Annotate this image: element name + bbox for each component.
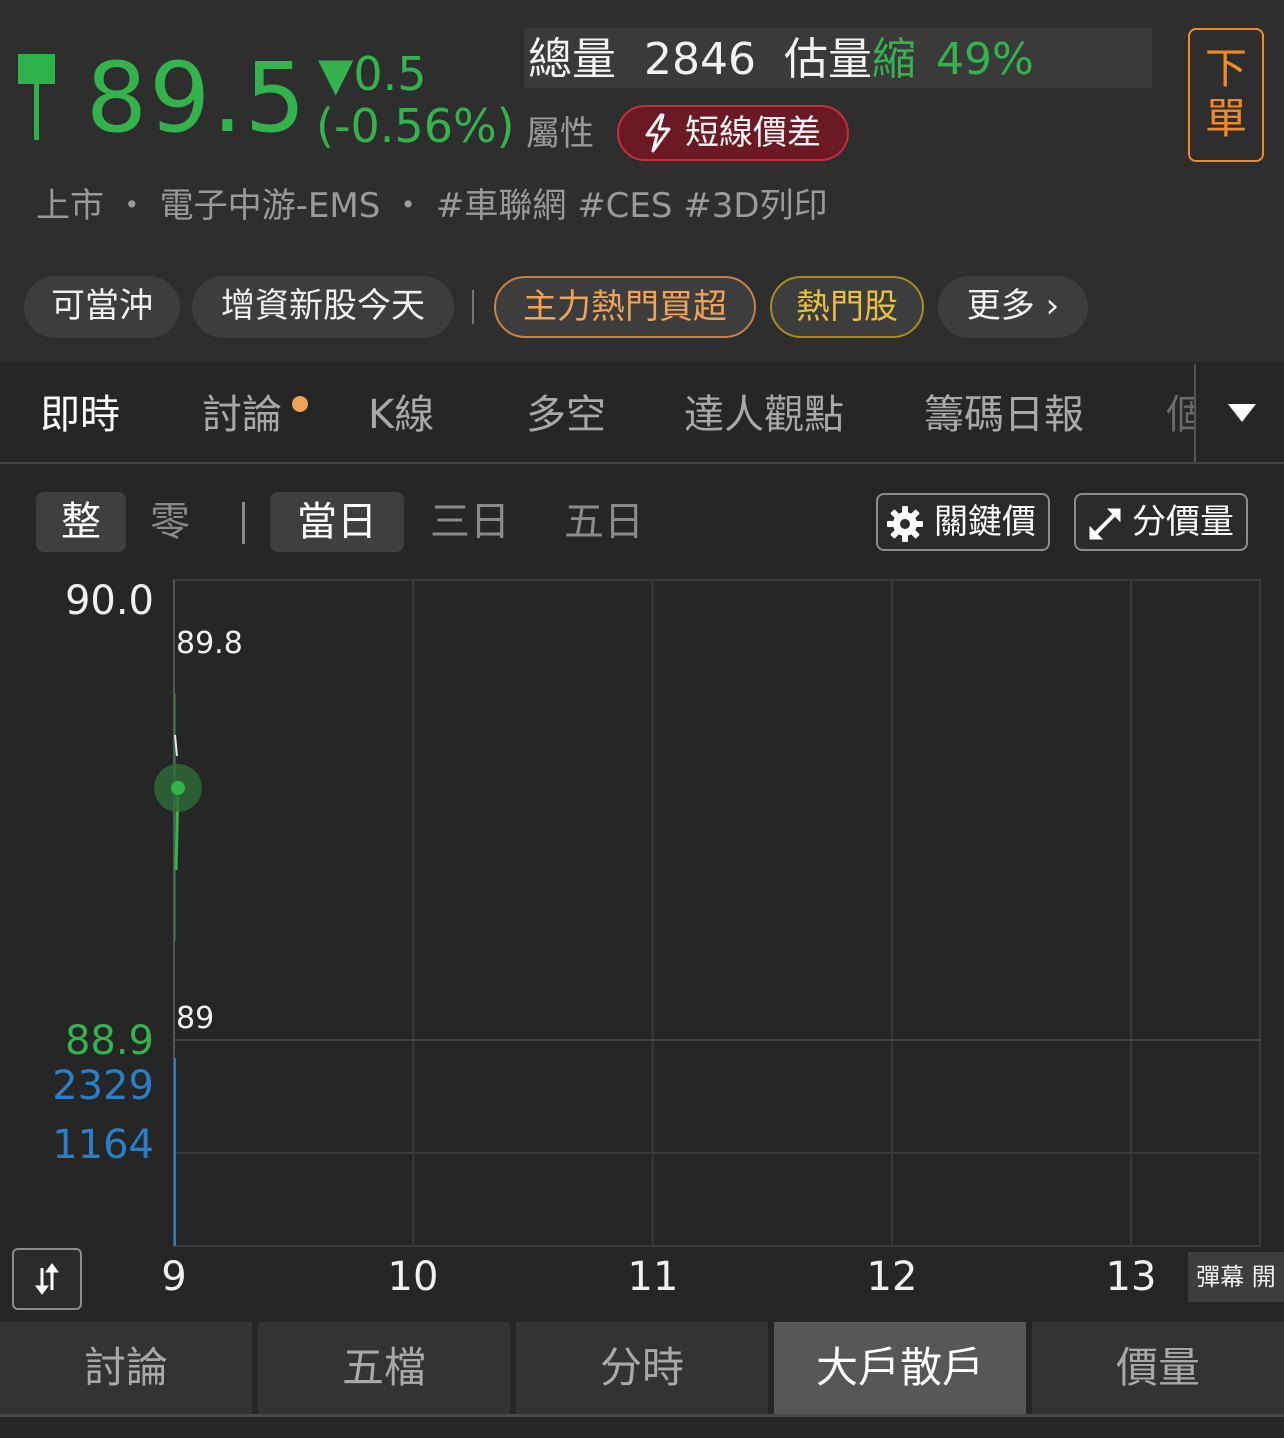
tab-realtime[interactable]: 即時 [40, 390, 120, 440]
order-button-line1: 下 [1204, 44, 1247, 93]
estimated-volume-status: 縮 [871, 34, 916, 85]
attribute-badge-label: 短線價差 [685, 113, 821, 153]
total-volume-label: 總量 [528, 34, 616, 85]
lightning-icon [645, 113, 671, 153]
segment-today[interactable]: 當日 [270, 492, 404, 552]
x-label-12: 12 [866, 1254, 918, 1300]
chip-new-shares[interactable]: 增資新股今天 [192, 276, 454, 338]
tab-kline[interactable]: K線 [368, 390, 434, 440]
intraday-chart[interactable] [0, 570, 1284, 1250]
x-label-11: 11 [627, 1254, 679, 1300]
swap-axis-button[interactable] [12, 1248, 82, 1310]
tabs-dropdown-icon[interactable] [1228, 404, 1256, 422]
x-label-10: 10 [387, 1254, 439, 1300]
attribute-label: 屬性 [526, 114, 594, 154]
price-change: ▼0.5 [318, 47, 427, 101]
bottom-tab-five-levels[interactable]: 五檔 [258, 1322, 510, 1414]
price-change-percent: (-0.56%) [316, 99, 515, 153]
expand-icon [1089, 508, 1121, 540]
chip-hot-stock[interactable]: 熱門股 [770, 276, 924, 338]
current-price: 89.5 [86, 42, 308, 154]
price-line [154, 693, 202, 941]
swap-arrows-icon [35, 1263, 59, 1295]
x-label-13: 13 [1105, 1254, 1157, 1300]
bottom-divider [0, 1414, 1284, 1417]
bottom-tab-time-sales[interactable]: 分時 [516, 1322, 768, 1414]
quote-header: 89.5 ▼0.5 (-0.56%) 總量 2846 估量縮 49% 屬性 短線… [0, 0, 1284, 362]
chip-separator [472, 290, 474, 324]
volume-info: 總量 2846 估量縮 49% [528, 34, 1034, 86]
segment-three-day[interactable]: 三日 [412, 492, 528, 552]
order-button[interactable]: 下 單 [1188, 28, 1264, 162]
tab-chip-report[interactable]: 籌碼日報 [924, 390, 1084, 440]
limit-flag-pole [34, 56, 39, 140]
chip-more[interactable]: 更多 › [938, 276, 1088, 338]
y-axis-max-volume: 2329 [52, 1063, 154, 1109]
attribute-badge[interactable]: 短線價差 [617, 105, 849, 161]
estimated-volume-percent: 49% [935, 34, 1034, 85]
tab-divider [1194, 364, 1196, 462]
bottom-tab-price-volume[interactable]: 價量 [1032, 1322, 1284, 1414]
chip-day-trade[interactable]: 可當沖 [24, 276, 180, 338]
segment-five-day[interactable]: 五日 [546, 492, 662, 552]
segment-odd-lot[interactable]: 零 [128, 492, 212, 552]
tab-discussion[interactable]: 討論 [202, 390, 282, 440]
y-axis-min-price: 88.9 [64, 1018, 154, 1064]
key-price-button[interactable]: 關鍵價 [876, 493, 1050, 551]
y-axis-max-price: 90.0 [64, 578, 154, 624]
high-price-annotation: 89.8 [176, 626, 243, 661]
segment-whole-lot[interactable]: 整 [36, 492, 126, 552]
gear-icon [887, 506, 923, 542]
main-tabs [0, 362, 1284, 464]
bottom-tab-discussion[interactable]: 討論 [0, 1322, 252, 1414]
segment-separator [242, 502, 245, 544]
key-price-label: 關鍵價 [934, 502, 1036, 542]
danmu-toggle[interactable]: 彈幕 開 [1188, 1252, 1284, 1302]
tab-truncated[interactable]: 個 [1166, 390, 1194, 440]
stock-tagline: 上市 ・ 電子中游-EMS ・ #車聯網 #CES #3D列印 [36, 186, 828, 226]
price-volume-label: 分價量 [1132, 502, 1234, 542]
price-volume-button[interactable]: 分價量 [1074, 493, 1248, 551]
estimated-volume-label: 估量 [783, 34, 872, 85]
low-price-annotation: 89 [176, 1001, 215, 1036]
chart-frame [173, 579, 1261, 1247]
chart-grid [173, 579, 1261, 1247]
tab-long-short[interactable]: 多空 [526, 390, 606, 440]
x-label-9: 9 [161, 1254, 187, 1300]
current-price-dot [171, 781, 185, 795]
bottom-tab-big-small-holders[interactable]: 大戶散戶 [774, 1322, 1026, 1414]
total-volume-value: 2846 [644, 34, 756, 85]
chip-major-buy[interactable]: 主力熱門買超 [494, 276, 756, 338]
y-axis-mid-volume: 1164 [52, 1122, 154, 1168]
tab-expert-view[interactable]: 達人觀點 [684, 390, 844, 440]
notification-dot [292, 396, 308, 412]
order-button-line2: 單 [1204, 94, 1247, 143]
